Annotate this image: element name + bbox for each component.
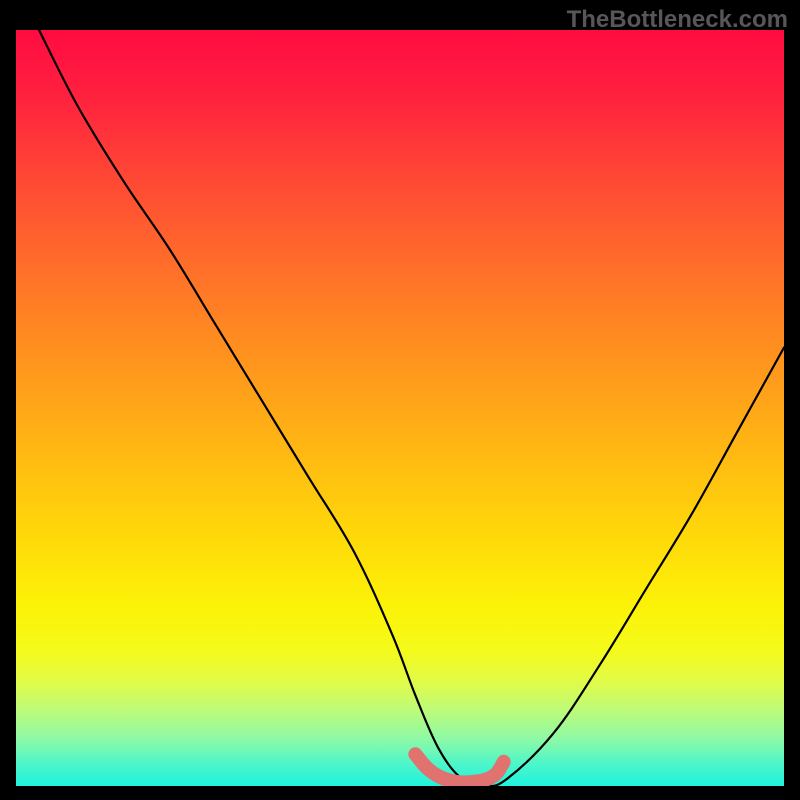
optimal-range-marker-line (415, 754, 503, 782)
watermark-text: TheBottleneck.com (567, 6, 788, 34)
chart-container: TheBottleneck.com (0, 0, 800, 800)
bottleneck-curve-line (39, 30, 784, 786)
plot-area (16, 30, 784, 786)
chart-svg (16, 30, 784, 786)
